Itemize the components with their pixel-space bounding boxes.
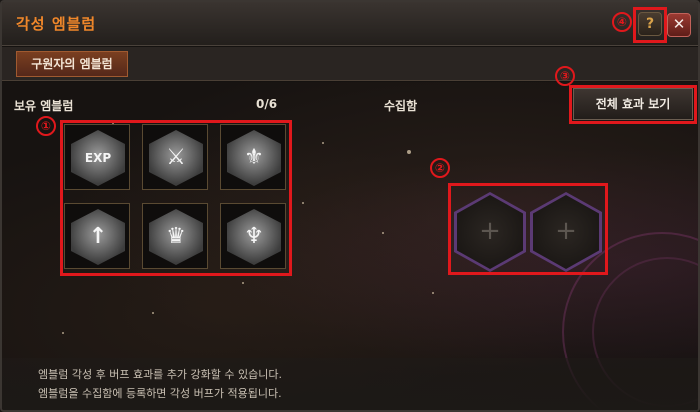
star <box>302 202 304 204</box>
star <box>242 282 244 284</box>
annotation-badge-3: ③ <box>555 66 575 86</box>
owned-count: 0/6 <box>256 97 278 111</box>
annotation-box-1 <box>60 120 292 276</box>
emblem-window: 각성 엠블럼 ? ✕ 구원자의 엠블럼 보유 엠블럼 0/6 수집함 전체 효과… <box>0 0 700 412</box>
title-bar: 각성 엠블럼 ? ✕ <box>2 2 698 46</box>
annotation-box-4 <box>633 7 667 43</box>
collection-label: 수집함 <box>384 99 418 113</box>
annotation-badge-2: ② <box>430 158 450 178</box>
annotation-box-3 <box>569 85 697 124</box>
close-button[interactable]: ✕ <box>667 13 691 37</box>
tab-savior-emblem[interactable]: 구원자의 엠블럼 <box>16 51 128 77</box>
annotation-badge-4: ④ <box>612 12 632 32</box>
owned-emblems-label: 보유 엠블럼 <box>14 99 74 113</box>
annotation-badge-1: ① <box>36 116 56 136</box>
annotation-box-2 <box>448 183 608 275</box>
window-title: 각성 엠블럼 <box>16 15 97 33</box>
star <box>432 292 434 294</box>
tab-row: 구원자의 엠블럼 <box>2 47 698 81</box>
star <box>407 150 411 154</box>
star <box>322 142 324 144</box>
star <box>382 232 384 234</box>
star <box>152 312 154 314</box>
footer-note-1: 엠블럼 각성 후 버프 효과를 추가 강화할 수 있습니다. <box>38 368 282 381</box>
footer-note-2: 엠블럼을 수집함에 등록하면 각성 버프가 적용됩니다. <box>38 387 282 400</box>
star <box>62 332 64 334</box>
